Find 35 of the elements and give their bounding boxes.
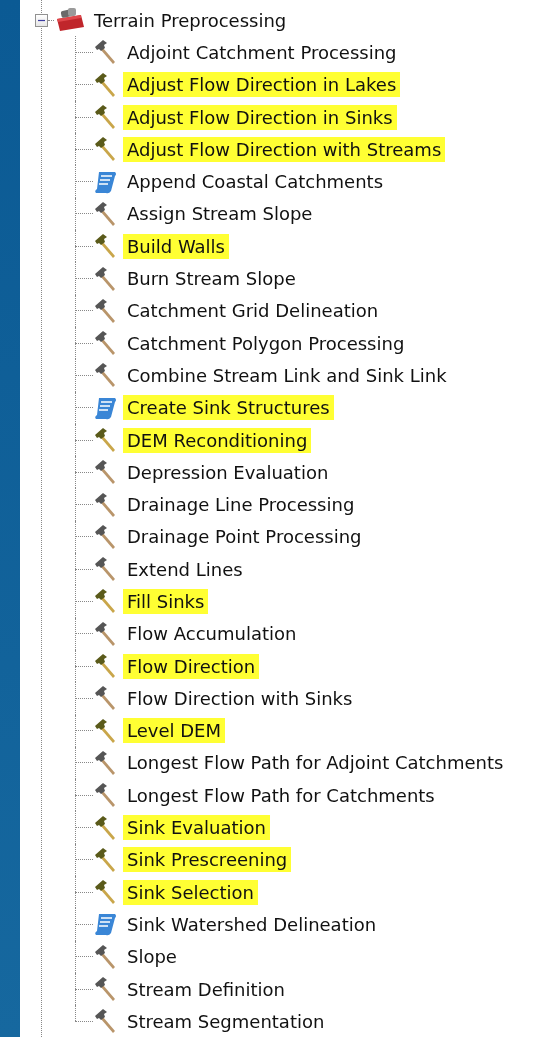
tool-item[interactable]: Drainage Point Processing <box>123 524 366 550</box>
toolbox-icon <box>54 7 86 34</box>
tool-item[interactable]: Create Sink Structures <box>123 395 334 421</box>
tool-item[interactable]: Extend Lines <box>123 556 247 582</box>
tool-item[interactable]: Flow Direction <box>123 653 260 679</box>
tool-item[interactable]: Stream Definition <box>123 976 289 1002</box>
tool-item[interactable]: Drainage Line Processing <box>123 492 359 518</box>
tool-item[interactable]: Sink Selection <box>123 879 258 905</box>
tool-item[interactable]: Depression Evaluation <box>123 459 333 485</box>
tool-item[interactable]: Longest Flow Path for Catchments <box>123 782 439 808</box>
tool-item[interactable]: Adjust Flow Direction with Streams <box>123 136 446 162</box>
tool-item[interactable]: Sink Evaluation <box>123 815 270 841</box>
tool-item[interactable]: Flow Direction with Sinks <box>123 685 357 711</box>
tool-item[interactable]: Assign Stream Slope <box>123 201 317 227</box>
toolbox-label[interactable]: Terrain Preprocessing <box>90 7 291 33</box>
tool-item[interactable]: Sink Prescreening <box>123 847 292 873</box>
tool-item[interactable]: Burn Stream Slope <box>123 266 300 291</box>
tool-item[interactable]: Adjust Flow Direction in Lakes <box>123 72 401 98</box>
tool-item[interactable]: Sink Watershed Delineation <box>123 911 381 937</box>
tool-item[interactable]: Slope <box>123 944 181 970</box>
collapse-toggle[interactable] <box>35 13 48 27</box>
tool-item[interactable]: Flow Accumulation <box>123 621 301 647</box>
tool-item[interactable]: Longest Flow Path for Adjoint Catchments <box>123 750 508 776</box>
tool-item[interactable]: Build Walls <box>123 233 229 259</box>
tool-item[interactable]: Catchment Polygon Processing <box>123 330 409 356</box>
tool-item[interactable]: Combine Stream Link and Sink Link <box>123 362 451 388</box>
tool-item[interactable]: Stream Segmentation <box>123 1008 329 1034</box>
tool-item[interactable]: Append Coastal Catchments <box>123 169 387 195</box>
tool-item[interactable]: Level DEM <box>123 718 225 744</box>
tool-item[interactable]: Fill Sinks <box>123 589 209 614</box>
script-icon <box>93 911 119 938</box>
tool-item[interactable]: DEM Reconditioning <box>123 427 312 453</box>
tool-item[interactable]: Catchment Grid Delineation <box>123 298 383 324</box>
tool-item[interactable]: Adjoint Catchment Processing <box>123 39 401 65</box>
tool-item[interactable]: Adjust Flow Direction in Sinks <box>123 104 397 130</box>
